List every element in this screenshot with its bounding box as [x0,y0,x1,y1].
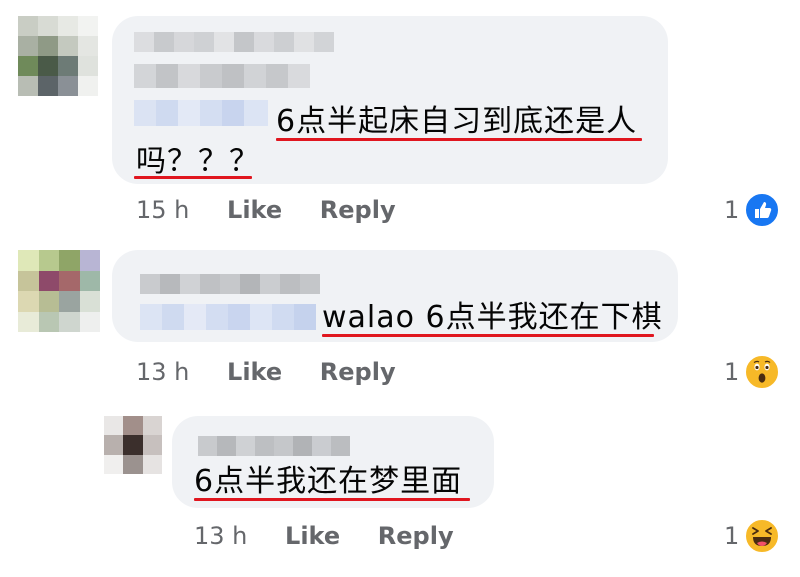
timestamp[interactable]: 15 h [136,196,189,224]
avatar[interactable] [104,416,162,474]
reply-button[interactable]: Reply [320,196,396,224]
highlight-underline [276,138,642,141]
timestamp[interactable]: 13 h [194,522,247,550]
blurred-author-name [134,32,334,52]
avatar[interactable] [18,16,98,96]
reply-button[interactable]: Reply [320,358,396,386]
like-button[interactable]: Like [227,196,282,224]
comment-text: 6点半我还在梦里面 [194,464,463,499]
comment-text: walao 6点半我还在下棋 [322,300,663,335]
reaction-count[interactable]: 1 [724,357,739,387]
timestamp[interactable]: 13 h [136,358,189,386]
blurred-text [134,64,310,88]
reaction-count[interactable]: 1 [724,521,739,551]
comment-actions: 13 h Like Reply [136,357,396,387]
reaction-count[interactable]: 1 [724,195,739,225]
wow-reaction-icon[interactable] [744,354,780,390]
highlight-underline [322,334,654,337]
comment-text: 6点半起床自习到底还是人 [276,104,638,139]
blurred-author-name [198,436,350,456]
blurred-mention [134,100,268,126]
like-button[interactable]: Like [227,358,282,386]
thumbs-up-reaction-icon[interactable] [744,192,780,228]
like-button[interactable]: Like [285,522,340,550]
highlight-underline [134,176,252,179]
blurred-mention [140,304,316,330]
haha-reaction-icon[interactable] [744,518,780,554]
comment-actions: 13 h Like Reply [194,521,454,551]
comment-actions: 15 h Like Reply [136,195,396,225]
avatar[interactable] [18,250,100,332]
reply-button[interactable]: Reply [378,522,454,550]
highlight-underline [194,498,470,501]
blurred-author-name [140,274,320,294]
